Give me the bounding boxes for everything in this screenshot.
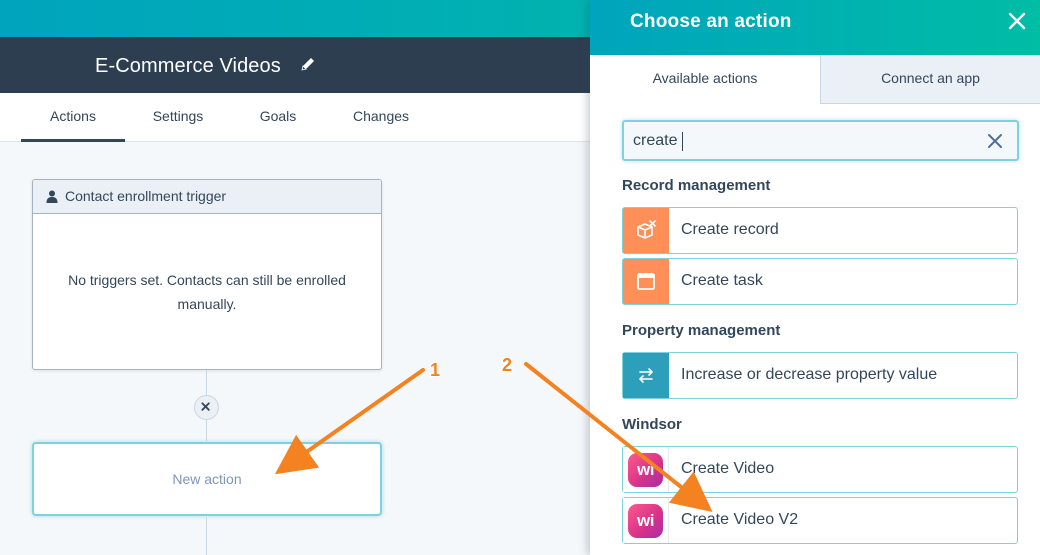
annotation-number-1: 1 xyxy=(430,360,441,380)
action-label: Create record xyxy=(681,221,779,238)
action-search-input[interactable] xyxy=(633,131,973,151)
tab-actions[interactable]: Actions xyxy=(21,93,125,142)
tab-changes[interactable]: Changes xyxy=(340,93,422,142)
swap-arrows-icon xyxy=(623,353,669,398)
contact-person-icon xyxy=(46,190,58,203)
workflow-canvas: Contact enrollment trigger No triggers s… xyxy=(0,143,600,555)
task-icon xyxy=(623,259,669,304)
panel-tabs: Available actions Connect an app xyxy=(590,55,1040,104)
tab-connect-app[interactable]: Connect an app xyxy=(820,55,1040,104)
windsor-logo-text: wi xyxy=(628,504,663,538)
action-create-video-v2[interactable]: wi Create Video V2 xyxy=(622,497,1018,544)
section-title-windsor: Windsor xyxy=(622,416,682,433)
section-title-property-management: Property management xyxy=(622,322,781,339)
action-label: Create Video xyxy=(681,460,775,477)
cube-icon xyxy=(623,208,669,253)
workflow-header: E-Commerce Videos xyxy=(0,37,600,93)
connector-line xyxy=(206,517,207,555)
edit-pencil-icon[interactable] xyxy=(300,56,316,72)
trigger-card-header: Contact enrollment trigger xyxy=(33,180,381,214)
windsor-logo-icon: wi xyxy=(623,498,669,543)
new-action-card[interactable]: New action xyxy=(32,442,382,516)
tab-available-actions[interactable]: Available actions xyxy=(590,55,820,104)
section-title-record-management: Record management xyxy=(622,177,771,194)
close-panel-icon[interactable] xyxy=(1006,10,1028,32)
workflow-title[interactable]: E-Commerce Videos xyxy=(95,55,281,78)
panel-title: Choose an action xyxy=(630,11,792,32)
windsor-logo-text: wi xyxy=(628,453,663,487)
tab-goals[interactable]: Goals xyxy=(246,93,310,142)
text-cursor xyxy=(682,132,683,151)
remove-step-button[interactable] xyxy=(194,395,219,420)
tab-settings[interactable]: Settings xyxy=(140,93,216,142)
action-create-record[interactable]: Create record xyxy=(622,207,1018,254)
annotation-number-2: 2 xyxy=(502,355,513,375)
choose-action-panel: Choose an action Available actions Conne… xyxy=(590,0,1040,555)
action-create-video[interactable]: wi Create Video xyxy=(622,446,1018,493)
action-label: Create task xyxy=(681,272,763,289)
action-increase-decrease-property[interactable]: Increase or decrease property value xyxy=(622,352,1018,399)
workflow-tabs: Actions Settings Goals Changes xyxy=(0,93,600,142)
clear-search-icon[interactable] xyxy=(987,133,1003,149)
action-label: Increase or decrease property value xyxy=(681,366,938,383)
enrollment-trigger-card[interactable]: Contact enrollment trigger No triggers s… xyxy=(32,179,382,370)
action-create-task[interactable]: Create task xyxy=(622,258,1018,305)
trigger-card-title: Contact enrollment trigger xyxy=(65,188,227,204)
trigger-card-message: No triggers set. Contacts can still be e… xyxy=(68,272,346,312)
windsor-logo-icon: wi xyxy=(623,447,669,492)
action-search-box xyxy=(622,120,1019,161)
panel-header: Choose an action xyxy=(590,0,1040,55)
close-x-icon xyxy=(201,402,210,411)
action-label: Create Video V2 xyxy=(681,511,799,528)
